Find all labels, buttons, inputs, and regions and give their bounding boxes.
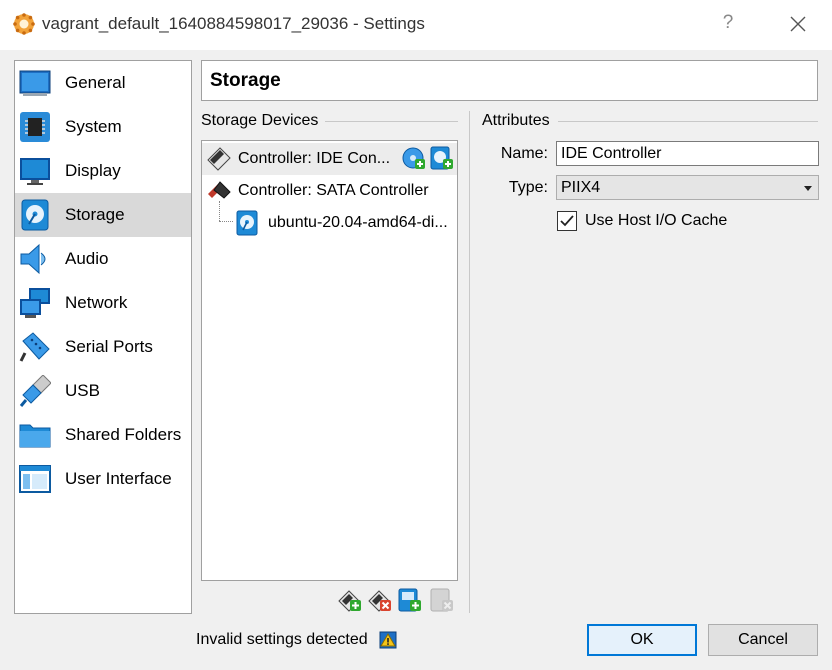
page-header: Storage	[201, 60, 818, 101]
sidebar-item-label: Audio	[65, 249, 109, 268]
controller-type-select[interactable]: PIIX4	[556, 175, 819, 200]
tree-item-ide-controller[interactable]: Controller: IDE Con...	[202, 143, 457, 175]
group-divider	[325, 121, 458, 122]
remove-attachment-icon	[430, 588, 453, 612]
sidebar-item-label: System	[65, 117, 122, 136]
sidebar-item-label: Serial Ports	[65, 337, 153, 356]
sidebar-item-label: Network	[65, 293, 128, 312]
tree-item-sata-controller[interactable]: Controller: SATA Controller	[202, 175, 457, 207]
sidebar-item-network[interactable]: Network	[15, 281, 191, 325]
sidebar-item-user-interface[interactable]: User Interface	[15, 457, 191, 501]
virtualbox-app-icon	[13, 13, 35, 35]
host-io-cache-label[interactable]: Use Host I/O Cache	[585, 212, 727, 230]
window-title: vagrant_default_1640884598017_29036 - Se…	[42, 14, 425, 33]
add-attachment-icon[interactable]	[397, 587, 423, 613]
sidebar-item-label: User Interface	[65, 469, 172, 488]
remove-controller-icon[interactable]	[367, 587, 393, 613]
tree-item-label: Controller: SATA Controller	[238, 182, 429, 199]
folder-icon	[19, 424, 51, 448]
tree-item-label: Controller: IDE Con...	[238, 150, 391, 167]
close-icon[interactable]	[786, 12, 810, 36]
type-label: Type:	[508, 179, 548, 196]
host-io-cache-checkbox[interactable]	[557, 211, 577, 231]
attributes-group-title: Attributes	[482, 112, 550, 129]
cancel-button[interactable]: Cancel	[708, 624, 818, 656]
add-controller-icon[interactable]	[337, 587, 363, 613]
hard-disk-icon	[236, 210, 258, 236]
title-bar: vagrant_default_1640884598017_29036 - Se…	[0, 0, 832, 50]
sidebar-item-storage[interactable]: Storage	[15, 193, 191, 237]
user-interface-icon	[19, 465, 51, 493]
add-optical-drive-icon[interactable]	[401, 146, 427, 172]
tree-item-label: ubuntu-20.04-amd64-di...	[268, 214, 448, 231]
network-icon	[20, 288, 50, 318]
settings-sidebar: General System Display Storage Audio Net…	[14, 60, 192, 614]
storage-devices-group-title: Storage Devices	[201, 112, 319, 129]
display-monitor-icon	[20, 158, 50, 185]
usb-icon	[19, 375, 51, 407]
add-hard-disk-icon[interactable]	[429, 146, 455, 172]
ide-controller-icon	[207, 147, 231, 171]
help-button[interactable]: ?	[718, 12, 738, 36]
checkmark-icon	[560, 215, 574, 227]
ok-button[interactable]: OK	[587, 624, 697, 656]
serial-port-icon	[19, 332, 50, 362]
sidebar-item-serial-ports[interactable]: Serial Ports	[15, 325, 191, 369]
general-icon	[19, 70, 51, 96]
storage-disk-icon	[21, 199, 49, 231]
sidebar-item-label: USB	[65, 381, 100, 400]
group-divider	[558, 121, 818, 122]
warning-icon[interactable]	[379, 631, 397, 649]
tree-item-hard-disk[interactable]: ubuntu-20.04-amd64-di...	[202, 207, 457, 239]
sidebar-item-shared-folders[interactable]: Shared Folders	[15, 413, 191, 457]
sidebar-item-label: General	[65, 73, 126, 92]
status-message: Invalid settings detected	[196, 631, 368, 648]
sidebar-item-label: Shared Folders	[65, 425, 182, 444]
sidebar-item-usb[interactable]: USB	[15, 369, 191, 413]
page-title: Storage	[210, 70, 281, 91]
sidebar-item-system[interactable]: System	[15, 105, 191, 149]
storage-tree[interactable]: Controller: IDE Con... Controller: SATA …	[201, 140, 458, 581]
vertical-separator	[469, 111, 470, 613]
sidebar-item-audio[interactable]: Audio	[15, 237, 191, 281]
sidebar-item-label: Display	[65, 161, 121, 180]
name-label: Name:	[500, 145, 548, 162]
sidebar-item-general[interactable]: General	[15, 61, 191, 105]
selected-type-value: PIIX4	[561, 179, 601, 196]
audio-speaker-icon	[20, 243, 46, 275]
sidebar-item-label: Storage	[65, 205, 125, 224]
sidebar-item-display[interactable]: Display	[15, 149, 191, 193]
chevron-down-icon	[804, 186, 812, 191]
system-chip-icon	[20, 112, 50, 142]
controller-name-input[interactable]	[556, 141, 819, 166]
